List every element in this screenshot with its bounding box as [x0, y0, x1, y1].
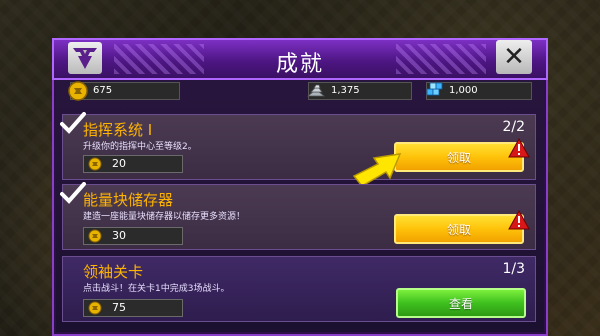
claim-button-label: 领取: [446, 223, 471, 237]
energon-coin-icon: [68, 81, 88, 101]
achievement-desc: 点击战斗！在关卡1中完成3场战斗。: [83, 284, 230, 294]
close-icon: ✕: [503, 42, 525, 72]
alert-icon: [508, 210, 530, 230]
reward-box: 30: [83, 227, 183, 245]
achievement-desc: 建造一座能量块储存器以储存更多资源！: [83, 212, 246, 222]
reward-amount: 75: [112, 301, 126, 314]
reward-amount: 30: [112, 229, 126, 242]
resource-crystal: 1,000: [426, 82, 532, 100]
alloy-ingots-icon: [306, 84, 326, 97]
checkmark-icon: [60, 112, 86, 134]
crystal-amount: 1,000: [449, 85, 478, 96]
claim-button-label: 领取: [446, 151, 471, 165]
achievement-progress: 1/3: [502, 261, 525, 277]
claim-button[interactable]: 领取: [394, 214, 524, 244]
resource-alloy: 1,375: [306, 82, 412, 100]
energon-coin-icon: [88, 301, 102, 315]
achievement-name: 领袖关卡: [83, 263, 144, 281]
achievement-name: 指挥系统 I: [83, 121, 153, 139]
achievement-name: 能量块储存器: [83, 191, 174, 209]
resource-energon: 675: [68, 81, 180, 101]
alloy-amount: 1,375: [331, 85, 360, 96]
view-button[interactable]: 查看: [396, 288, 526, 318]
reward-box: 75: [83, 299, 183, 317]
page-title: 成就: [275, 52, 324, 77]
view-button-label: 查看: [448, 297, 473, 311]
energon-coin-icon: [88, 157, 102, 171]
reward-box: 20: [83, 155, 183, 173]
checkmark-icon: [60, 182, 86, 204]
alert-icon: [508, 138, 530, 158]
decepticon-logo-icon: [68, 42, 102, 74]
achievement-progress: 2/2: [502, 119, 525, 135]
energon-coin-icon: [88, 229, 102, 243]
claim-button[interactable]: 领取: [394, 142, 524, 172]
energon-amount: 675: [93, 85, 113, 96]
close-button[interactable]: ✕: [496, 40, 532, 74]
reward-amount: 20: [112, 157, 126, 170]
panel-header: 成就: [52, 38, 548, 80]
blue-crystal-icon: [426, 82, 443, 96]
achievement-desc: 升级你的指挥中心至等级2。: [83, 142, 197, 152]
